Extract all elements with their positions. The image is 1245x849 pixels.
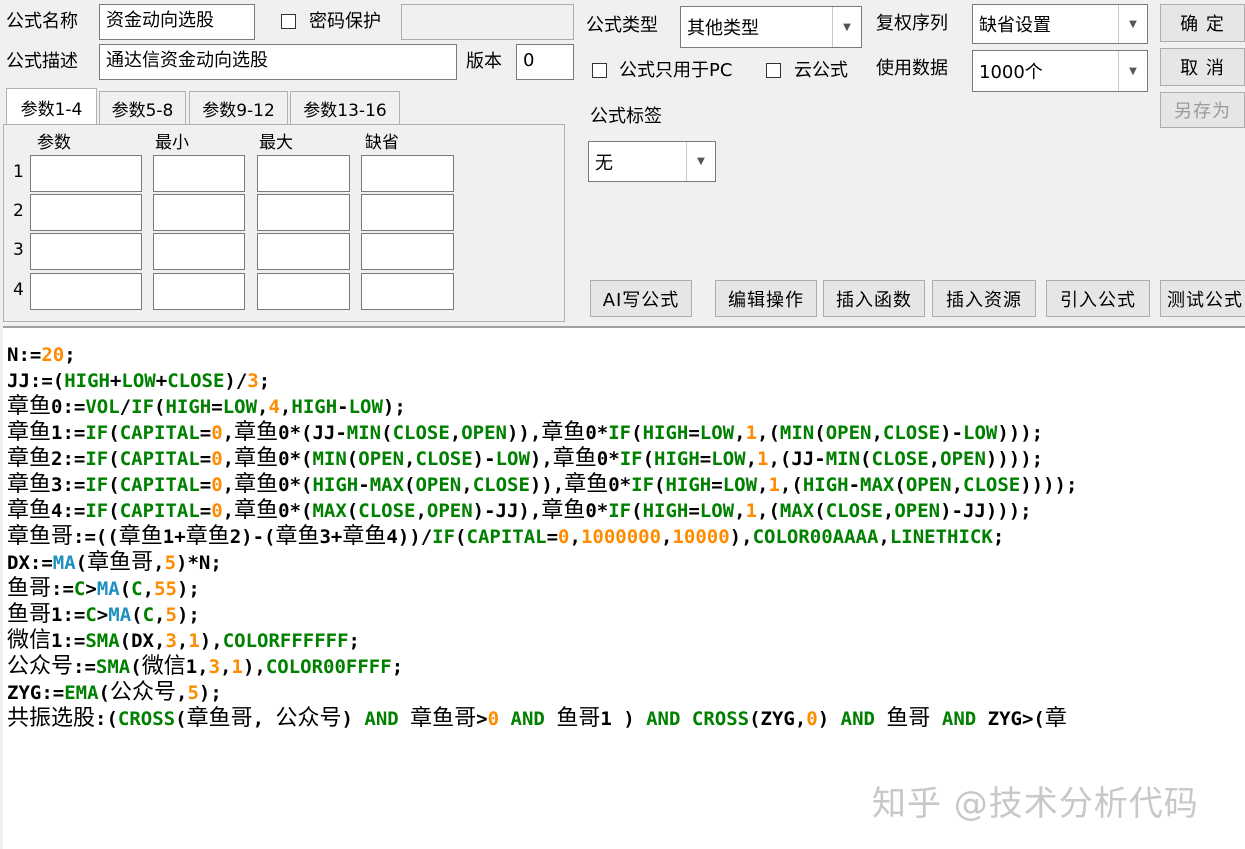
param-name-input[interactable]: [30, 233, 142, 270]
tag-label: 公式标签: [590, 106, 662, 127]
code-line: 章鱼1:=IF(CAPITAL=0,章鱼0*(JJ-MIN(CLOSE,OPEN…: [7, 420, 1044, 445]
formula-name-label: 公式名称: [6, 11, 78, 32]
chevron-down-icon[interactable]: ▼: [832, 7, 861, 47]
desc-label: 公式描述: [6, 51, 78, 72]
chevron-down-icon[interactable]: ▼: [1118, 5, 1147, 43]
adjust-select-value: 缺省设置: [979, 15, 1051, 36]
code-editor[interactable]: N:=20; JJ:=(HIGH+LOW+CLOSE)/3; 章鱼0:=VOL/IF…: [3, 326, 1245, 849]
desc-input[interactable]: 通达信资金动向选股: [99, 44, 457, 80]
param-min-input[interactable]: [153, 155, 245, 192]
param-name-input[interactable]: [30, 194, 142, 231]
cloud-checkbox[interactable]: [766, 63, 781, 78]
version-input[interactable]: 0: [516, 44, 574, 80]
code-line: 章鱼2:=IF(CAPITAL=0,章鱼0*(MIN(OPEN,CLOSE)-L…: [7, 446, 1044, 471]
code-line: 章鱼4:=IF(CAPITAL=0,章鱼0*(MAX(CLOSE,OPEN)-J…: [7, 498, 1032, 523]
param-default-input[interactable]: [361, 273, 454, 310]
param-default-input[interactable]: [361, 194, 454, 231]
test-formula-button[interactable]: 测试公式: [1160, 280, 1245, 317]
tag-select-value: 无: [595, 152, 613, 174]
code-line: ZYG:=EMA(公众号,5);: [7, 680, 222, 705]
chevron-down-icon[interactable]: ▼: [686, 142, 715, 181]
code-line: 鱼哥1:=C>MA(C,5);: [7, 602, 200, 627]
chevron-down-icon[interactable]: ▼: [1118, 51, 1147, 91]
code-line: 共振选股:(CROSS(章鱼哥, 公众号) AND 章鱼哥>0 AND 鱼哥1 …: [7, 706, 1067, 731]
ok-button[interactable]: 确 定: [1160, 4, 1245, 42]
edit-operation-button[interactable]: 编辑操作: [715, 280, 817, 317]
insert-resource-button[interactable]: 插入资源: [932, 280, 1036, 317]
code-line: 鱼哥:=C>MA(C,55);: [7, 576, 200, 601]
adjust-select[interactable]: 缺省设置 ▼: [972, 4, 1148, 44]
ai-write-formula-button[interactable]: AI写公式: [590, 280, 692, 317]
code-line: JJ:=(HIGH+LOW+CLOSE)/3;: [7, 370, 271, 392]
password-label: 密码保护: [309, 11, 381, 32]
param-header-max: 最大: [259, 133, 293, 153]
param-header-default: 缺省: [365, 133, 399, 153]
param-row-number: 2: [13, 201, 24, 221]
insert-function-button[interactable]: 插入函数: [823, 280, 925, 317]
import-formula-button[interactable]: 引入公式: [1046, 280, 1150, 317]
param-name-input[interactable]: [30, 155, 142, 192]
code-text: N:=20; JJ:=(HIGH+LOW+CLOSE)/3; 章鱼0:=VOL/IF…: [7, 342, 1077, 732]
tab-params-5-8[interactable]: 参数5-8: [99, 91, 186, 125]
type-select[interactable]: 其他类型 ▼: [680, 6, 862, 48]
password-checkbox[interactable]: [281, 14, 296, 29]
tab-params-9-12[interactable]: 参数9-12: [189, 91, 288, 125]
code-line: 章鱼哥:=((章鱼1+章鱼2)-(章鱼3+章鱼4))/IF(CAPITAL=0,…: [7, 524, 1005, 549]
param-max-input[interactable]: [257, 233, 350, 270]
type-label: 公式类型: [586, 15, 658, 36]
type-select-value: 其他类型: [687, 18, 759, 39]
param-max-input[interactable]: [257, 155, 350, 192]
watermark: 知乎 @技术分析代码: [872, 784, 1199, 824]
param-header-name: 参数: [37, 133, 71, 153]
code-line: 章鱼3:=IF(CAPITAL=0,章鱼0*(HIGH-MAX(OPEN,CLO…: [7, 472, 1078, 497]
param-max-input[interactable]: [257, 273, 350, 310]
data-label: 使用数据: [876, 58, 948, 79]
param-row-number: 4: [13, 280, 24, 300]
param-min-input[interactable]: [153, 194, 245, 231]
version-label: 版本: [466, 51, 502, 72]
code-line: 公众号:=SMA(微信1,3,1),COLOR00FFFF;: [7, 654, 404, 679]
code-line: DX:=MA(章鱼哥,5)*N;: [7, 550, 222, 575]
param-max-input[interactable]: [257, 194, 350, 231]
cancel-button[interactable]: 取 消: [1160, 48, 1245, 86]
code-line: 章鱼0:=VOL/IF(HIGH=LOW,4,HIGH-LOW);: [7, 394, 406, 419]
code-line: 微信1:=SMA(DX,3,1),COLORFFFFFF;: [7, 628, 360, 653]
save-as-button[interactable]: 另存为: [1160, 92, 1245, 128]
code-line: N:=20;: [7, 344, 76, 366]
pc-only-label: 公式只用于PC: [619, 60, 733, 81]
data-select[interactable]: 1000个 ▼: [972, 50, 1148, 92]
param-min-input[interactable]: [153, 273, 245, 310]
formula-name-input[interactable]: 资金动向选股: [99, 4, 255, 40]
password-input: [401, 4, 574, 40]
tab-params-13-16[interactable]: 参数13-16: [290, 91, 400, 125]
param-name-input[interactable]: [30, 273, 142, 310]
param-row-number: 1: [13, 162, 24, 182]
data-select-value: 1000个: [979, 62, 1043, 83]
param-row-number: 3: [13, 240, 24, 260]
cloud-label: 云公式: [794, 60, 848, 81]
param-default-input[interactable]: [361, 155, 454, 192]
tag-select[interactable]: 无 ▼: [588, 141, 716, 182]
param-min-input[interactable]: [153, 233, 245, 270]
param-header-min: 最小: [155, 133, 189, 153]
pc-only-checkbox[interactable]: [592, 63, 607, 78]
tab-params-1-4[interactable]: 参数1-4: [6, 88, 97, 125]
adjust-label: 复权序列: [876, 13, 948, 34]
param-default-input[interactable]: [361, 233, 454, 270]
